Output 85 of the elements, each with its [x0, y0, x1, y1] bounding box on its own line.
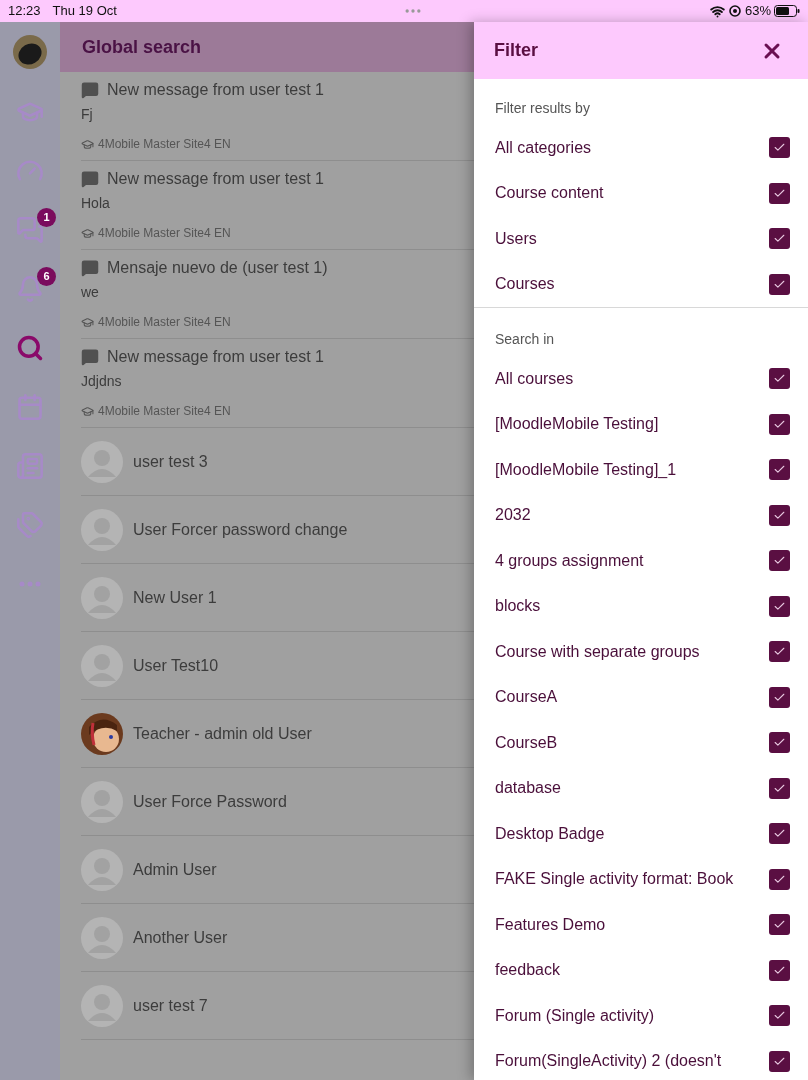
site-name: 4Mobile Master Site4 EN [98, 136, 231, 153]
graduation-cap-icon [81, 226, 94, 240]
checkbox[interactable] [769, 959, 790, 981]
user-name[interactable]: User Forcer password change [133, 517, 348, 542]
checkbox[interactable] [769, 595, 790, 617]
graduation-cap-icon [81, 137, 94, 151]
checkbox[interactable] [769, 641, 790, 663]
result-snippet: we [81, 283, 100, 302]
user-name[interactable]: New User 1 [133, 585, 217, 610]
checkbox[interactable] [769, 1050, 790, 1072]
option-label[interactable]: CourseB [495, 730, 558, 755]
status-time: 12:23 [8, 2, 41, 21]
checkbox[interactable] [769, 732, 790, 754]
option-label[interactable]: 2032 [495, 503, 531, 528]
option-label[interactable]: FAKE Single activity format: Book [495, 867, 734, 892]
search-icon[interactable] [16, 333, 44, 362]
section-heading: Filter results by [495, 99, 590, 118]
message-icon [81, 348, 99, 366]
message-icon [81, 259, 99, 277]
user-avatar[interactable] [13, 35, 47, 69]
panel-title: Filter [494, 39, 538, 62]
checkbox[interactable] [769, 182, 790, 204]
message-icon [81, 170, 99, 188]
checkbox[interactable] [769, 368, 790, 390]
page-title: Global search [82, 35, 202, 59]
user-name[interactable]: Admin User [133, 857, 217, 882]
result-title[interactable]: Mensaje nuevo de (user test 1) [107, 256, 328, 280]
site-name: 4Mobile Master Site4 EN [98, 403, 231, 420]
result-title[interactable]: New message from user test 1 [107, 345, 324, 369]
checkbox[interactable] [769, 868, 790, 890]
option-label[interactable]: All courses [495, 366, 574, 391]
option-label[interactable]: Course with separate groups [495, 639, 700, 664]
count-badge: 6 [37, 266, 56, 286]
option-label[interactable]: Features Demo [495, 912, 606, 937]
option-label[interactable]: All categories [495, 135, 592, 160]
option-label[interactable]: [MoodleMobile Testing] [495, 412, 659, 437]
checkbox[interactable] [769, 914, 790, 936]
graduation-cap-icon [81, 315, 94, 329]
checkbox[interactable] [769, 228, 790, 250]
result-title[interactable]: New message from user test 1 [107, 167, 324, 191]
checkbox[interactable] [769, 823, 790, 845]
result-title[interactable]: New message from user test 1 [107, 78, 324, 102]
count-badge: 1 [37, 207, 56, 227]
option-label[interactable]: [MoodleMobile Testing]_1 [495, 457, 677, 482]
graduation-cap-icon [81, 404, 94, 418]
user-name[interactable]: User Test10 [133, 653, 219, 678]
checkbox[interactable] [769, 777, 790, 799]
option-label[interactable]: Course content [495, 181, 604, 206]
option-label[interactable]: Desktop Badge [495, 821, 605, 846]
bell-icon[interactable] [16, 274, 44, 303]
checkbox[interactable] [769, 504, 790, 526]
section-heading: Search in [495, 330, 555, 349]
checkbox[interactable] [769, 459, 790, 481]
status-date: Thu 19 Oct [52, 2, 117, 21]
result-snippet: Hola [81, 194, 111, 213]
checkbox[interactable] [769, 413, 790, 435]
checkbox[interactable] [769, 686, 790, 708]
option-label[interactable]: database [495, 776, 561, 801]
location-icon [728, 5, 741, 17]
message-icon [81, 81, 99, 99]
checkbox[interactable] [769, 1005, 790, 1027]
option-label[interactable]: 4 groups assignment [495, 548, 644, 573]
user-name[interactable]: User Force Password [133, 789, 287, 814]
checkbox[interactable] [769, 273, 790, 295]
option-label[interactable]: Users [495, 226, 537, 251]
user-name[interactable]: Teacher - admin old User [133, 721, 312, 746]
option-label[interactable]: Forum (Single activity) [495, 1003, 655, 1028]
wifi-icon [709, 3, 725, 19]
option-label[interactable]: Forum(SingleActivity) 2 (doesn't [495, 1049, 722, 1074]
result-snippet: Fj [81, 105, 94, 124]
site-name: 4Mobile Master Site4 EN [98, 225, 231, 242]
result-snippet: Jdjdns [81, 372, 123, 391]
battery-icon [774, 5, 800, 17]
user-name[interactable]: Another User [133, 925, 228, 950]
user-name[interactable]: user test 7 [133, 993, 208, 1018]
option-label[interactable]: CourseA [495, 685, 558, 710]
site-name: 4Mobile Master Site4 EN [98, 314, 231, 331]
user-name[interactable]: user test 3 [133, 449, 208, 474]
option-label[interactable]: feedback [495, 958, 560, 983]
checkbox[interactable] [769, 550, 790, 572]
option-label[interactable]: Courses [495, 272, 555, 297]
option-label[interactable]: blocks [495, 594, 541, 619]
checkbox[interactable] [769, 137, 790, 159]
battery-percent: 63% [744, 2, 771, 21]
chat-bubbles-icon[interactable] [16, 215, 44, 244]
